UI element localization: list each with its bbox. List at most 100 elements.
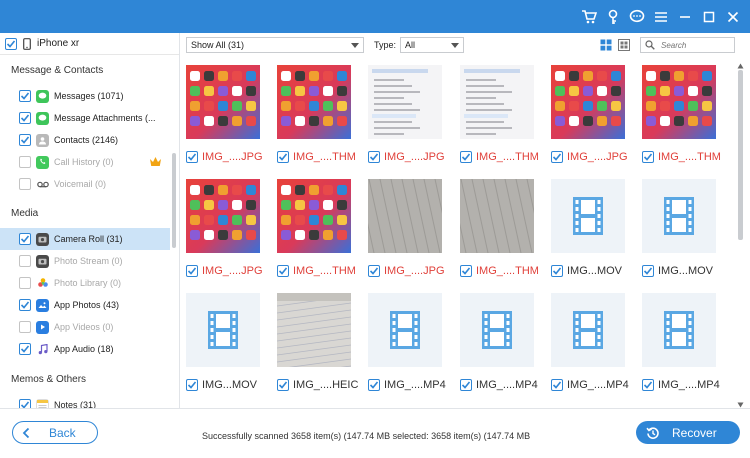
file-checkbox[interactable] xyxy=(551,379,563,391)
file-checkbox[interactable] xyxy=(551,265,563,277)
sidebar-item-message-attachments[interactable]: Message Attachments (... xyxy=(0,107,170,129)
image-thumbnail[interactable] xyxy=(551,65,625,139)
checkbox[interactable] xyxy=(19,134,31,146)
file-checkbox[interactable] xyxy=(277,151,289,163)
checkbox[interactable] xyxy=(19,156,31,168)
sidebar-item-app-photos[interactable]: App Photos (43) xyxy=(0,294,170,316)
file-checkbox[interactable] xyxy=(460,265,472,277)
grid-scrollbar[interactable] xyxy=(738,70,743,240)
image-thumbnail[interactable] xyxy=(368,179,442,253)
checkbox[interactable] xyxy=(19,321,31,333)
file-checkbox[interactable] xyxy=(277,265,289,277)
checkbox[interactable] xyxy=(19,233,31,245)
file-checkbox[interactable] xyxy=(368,379,380,391)
video-thumbnail-icon[interactable] xyxy=(460,293,534,367)
chat-icon[interactable] xyxy=(628,8,646,26)
file-tile[interactable]: IMG_....HEIC xyxy=(273,285,363,395)
file-tile[interactable]: IMG_....JPG xyxy=(364,57,454,167)
sidebar-item-notes[interactable]: Notes (31) xyxy=(0,394,170,408)
file-checkbox[interactable] xyxy=(642,151,654,163)
sidebar-item-app-audio[interactable]: App Audio (18) xyxy=(0,338,170,360)
image-thumbnail[interactable] xyxy=(277,293,351,367)
sidebar-item-photo-stream[interactable]: Photo Stream (0) xyxy=(0,250,170,272)
file-checkbox[interactable] xyxy=(460,151,472,163)
file-tile[interactable]: IMG_....THM xyxy=(456,171,546,281)
file-tile[interactable]: IMG_....MP4 xyxy=(547,285,637,395)
minimize-icon[interactable] xyxy=(676,8,694,26)
file-checkbox[interactable] xyxy=(642,265,654,277)
file-checkbox[interactable] xyxy=(368,265,380,277)
show-filter-select[interactable]: Show All (31) xyxy=(186,37,364,53)
video-thumbnail-icon[interactable] xyxy=(368,293,442,367)
file-checkbox[interactable] xyxy=(642,379,654,391)
file-tile[interactable]: IMG_....THM xyxy=(273,57,363,167)
file-tile[interactable]: IMG_....THM xyxy=(456,57,546,167)
sidebar-item-photo-library[interactable]: Photo Library (0) xyxy=(0,272,170,294)
image-thumbnail[interactable] xyxy=(186,65,260,139)
image-thumbnail[interactable] xyxy=(277,179,351,253)
file-tile[interactable]: IMG_....MP4 xyxy=(638,285,728,395)
cart-icon[interactable] xyxy=(580,8,598,26)
checkbox[interactable] xyxy=(19,255,31,267)
scroll-up-arrow[interactable] xyxy=(737,61,744,69)
file-tile[interactable]: IMG_....THM xyxy=(273,171,363,281)
back-button[interactable]: Back xyxy=(12,421,98,444)
video-thumbnail-icon[interactable] xyxy=(642,293,716,367)
file-tile[interactable]: IMG...MOV xyxy=(182,285,272,395)
sidebar-item-app-videos[interactable]: App Videos (0) xyxy=(0,316,170,338)
device-row[interactable]: iPhone xr xyxy=(0,33,179,55)
file-tile[interactable]: IMG_....JPG xyxy=(547,57,637,167)
grid-view-icon xyxy=(600,39,612,51)
sidebar-item-call-history[interactable]: Call History (0) xyxy=(0,151,170,173)
video-thumbnail-icon[interactable] xyxy=(642,179,716,253)
close-icon[interactable] xyxy=(724,8,742,26)
image-thumbnail[interactable] xyxy=(642,65,716,139)
file-checkbox[interactable] xyxy=(460,379,472,391)
file-checkbox[interactable] xyxy=(186,265,198,277)
file-checkbox[interactable] xyxy=(368,151,380,163)
checkbox[interactable] xyxy=(19,343,31,355)
image-thumbnail[interactable] xyxy=(368,65,442,139)
image-thumbnail[interactable] xyxy=(277,65,351,139)
checkbox[interactable] xyxy=(19,299,31,311)
checkbox[interactable] xyxy=(19,277,31,289)
video-thumbnail-icon[interactable] xyxy=(551,293,625,367)
search-box[interactable] xyxy=(640,37,735,53)
file-tile[interactable]: IMG...MOV xyxy=(638,171,728,281)
file-tile[interactable]: IMG_....THM xyxy=(638,57,728,167)
menu-icon[interactable] xyxy=(652,8,670,26)
device-checkbox[interactable] xyxy=(5,37,17,50)
file-tile[interactable]: IMG_....JPG xyxy=(182,57,272,167)
file-checkbox[interactable] xyxy=(551,151,563,163)
type-filter-select[interactable]: All xyxy=(400,37,464,53)
checkbox[interactable] xyxy=(19,90,31,102)
sidebar-item-voicemail[interactable]: Voicemail (0) xyxy=(0,173,170,195)
video-thumbnail-icon[interactable] xyxy=(186,293,260,367)
scroll-down-arrow[interactable] xyxy=(737,400,744,408)
image-thumbnail[interactable] xyxy=(186,179,260,253)
checkbox[interactable] xyxy=(19,399,31,408)
image-thumbnail[interactable] xyxy=(460,65,534,139)
file-tile[interactable]: IMG_....JPG xyxy=(364,171,454,281)
list-view-button[interactable] xyxy=(616,37,632,53)
image-thumbnail[interactable] xyxy=(460,179,534,253)
search-input[interactable] xyxy=(661,40,731,50)
sidebar-item-messages[interactable]: Messages (1071) xyxy=(0,85,170,107)
file-checkbox[interactable] xyxy=(186,379,198,391)
file-tile[interactable]: IMG_....MP4 xyxy=(364,285,454,395)
video-thumbnail-icon[interactable] xyxy=(551,179,625,253)
checkbox[interactable] xyxy=(19,178,31,190)
key-icon[interactable] xyxy=(604,8,622,26)
grid-view-button[interactable] xyxy=(598,37,614,53)
maximize-icon[interactable] xyxy=(700,8,718,26)
sidebar-item-contacts[interactable]: Contacts (2146) xyxy=(0,129,170,151)
checkbox[interactable] xyxy=(19,112,31,124)
file-checkbox[interactable] xyxy=(277,379,289,391)
file-tile[interactable]: IMG...MOV xyxy=(547,171,637,281)
sidebar-scrollbar[interactable] xyxy=(172,153,176,248)
sidebar-item-camera-roll[interactable]: Camera Roll (31) xyxy=(0,228,170,250)
file-tile[interactable]: IMG_....MP4 xyxy=(456,285,546,395)
file-checkbox[interactable] xyxy=(186,151,198,163)
recover-button[interactable]: Recover xyxy=(636,421,740,444)
file-tile[interactable]: IMG_....JPG xyxy=(182,171,272,281)
